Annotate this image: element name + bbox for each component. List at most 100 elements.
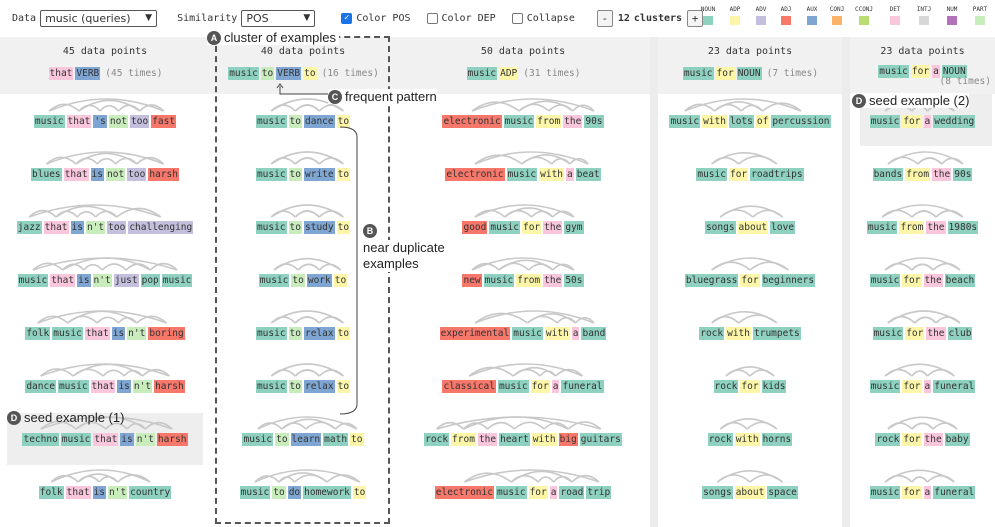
example-row[interactable]: techno music that is n't harsh [0,416,210,449]
checkbox-unchecked-icon [426,12,438,24]
legend-item: CONJ [827,6,847,25]
collapse-checkbox[interactable]: Collapse [511,12,575,24]
example-row[interactable]: electronic music with a beat [396,151,650,184]
example-sentence: jazz that is n't too challenging [0,221,210,234]
frequent-pattern: music for NOUN (7 times) [658,67,842,80]
token: gym [564,221,584,234]
token: the [926,221,946,234]
example-sentence: rock for kids [658,380,842,393]
token: the [923,274,943,287]
color-dep-checkbox[interactable]: Color DEP [426,12,496,24]
example-row[interactable]: rock with horns [658,418,842,449]
token: a [923,486,932,499]
token: electronic [442,115,502,128]
dependency-arc [884,469,955,483]
frequent-pattern: music for a NOUN (8 times) [850,65,995,87]
example-row[interactable]: music for a funeral [850,363,995,396]
example-row[interactable]: folk that is n't country [0,469,210,502]
example-row[interactable]: music for roadtrips [658,152,842,184]
token: a [571,327,580,340]
token: is [77,274,91,287]
dependency-arcs [32,257,178,271]
token: a [551,380,560,393]
token: a [549,486,558,499]
example-row[interactable]: music with lots of percussion [658,98,842,131]
dependency-arcs [463,469,600,483]
pattern-token: music [682,67,714,80]
token: music [503,115,535,128]
annotation-text: near duplicate [363,240,445,255]
token: songs [702,486,733,499]
example-row[interactable]: blues that is not too harsh [0,151,210,184]
example-row[interactable]: folk music that is n't boring [0,310,210,343]
example-row[interactable]: bands from the 90s [850,151,995,184]
similarity-label: Similarity [177,12,238,24]
example-sentence: rock from the heart with big guitars [396,433,650,446]
example-row[interactable]: music from the 1980s [850,204,995,237]
example-row[interactable]: music for the club [850,310,995,343]
frequent-pattern: music ADP (31 times) [396,67,650,80]
annotation-text: seed example (2) [869,93,970,108]
token: that [84,327,110,340]
cluster-count: 50 data points [480,46,566,57]
example-row[interactable]: experimental music with a band [396,310,650,343]
legend-swatch [730,16,740,25]
example-row[interactable]: music for the beach [850,257,995,290]
example-row[interactable]: electronic music for a road trip [396,469,650,502]
example-row[interactable]: music that's not too fast [0,98,210,131]
token: heart [499,433,530,446]
dependency-arc [711,257,789,271]
annotation-text: seed example (1) [24,410,125,425]
dependency-arc [911,210,937,218]
dependency-arcs [468,363,584,377]
token: is [120,433,134,446]
color-pos-checkbox[interactable]: ✓ Color POS [341,12,411,24]
example-row[interactable]: good music for the gym [396,204,650,237]
dependency-arc [716,470,784,483]
example-row[interactable]: jazz that is n't too challenging [0,204,210,237]
dependency-arc [76,210,97,218]
example-sentence: techno music that is n't harsh [0,433,210,446]
example-row[interactable]: music for a wedding [850,98,995,131]
token: music [866,221,898,234]
example-row[interactable]: music for a funeral [850,469,995,502]
token: funeral [561,380,604,393]
example-row[interactable]: dance music that is n't harsh [0,363,210,396]
similarity-select[interactable]: POS ▼ [241,9,316,27]
token: techno [22,433,59,446]
data-select[interactable]: music (queries) ▼ [40,9,158,27]
example-row[interactable]: songs about love [658,205,842,237]
example-sentence: music for a funeral [850,380,995,393]
decrease-clusters-button[interactable]: - [596,9,613,27]
clusters-label: clusters [633,12,683,24]
legend-swatch [919,16,929,25]
example-row[interactable]: bluegrass for beginners [658,257,842,290]
token: roadtrips [750,168,804,181]
legend-item: NOUN [698,6,718,25]
token: for [902,486,922,499]
cluster-header: 45 data points that VERB (45 times) [0,37,210,94]
example-row[interactable]: electronic music from the 90s [396,98,650,131]
token: electronic [445,168,505,181]
token: 90s [584,115,604,128]
dependency-arc [474,310,595,324]
example-row[interactable]: rock for the baby [850,416,995,449]
example-row[interactable]: rock from the heart with big guitars [396,416,650,449]
cluster-count: 23 data points [880,46,965,57]
token: n't [108,486,128,499]
token: bluegrass [684,274,739,287]
example-row[interactable]: classical music for a funeral [396,363,650,396]
example-row[interactable]: songs about space [658,470,842,502]
annotation-badge: B [363,224,377,238]
example-row[interactable]: music that is n't just pop music [0,257,210,290]
token: kids [761,380,787,393]
pattern-token: that [48,67,74,80]
example-row[interactable]: rock for kids [658,366,842,396]
token: electronic [434,486,494,499]
example-row[interactable]: rock with trumpets [658,311,842,343]
dependency-arcs [711,257,789,271]
dependency-arcs [45,151,165,165]
annotation-badge: D [852,93,866,108]
token: folk [25,327,51,340]
legend-tag: CCONJ [854,6,874,13]
